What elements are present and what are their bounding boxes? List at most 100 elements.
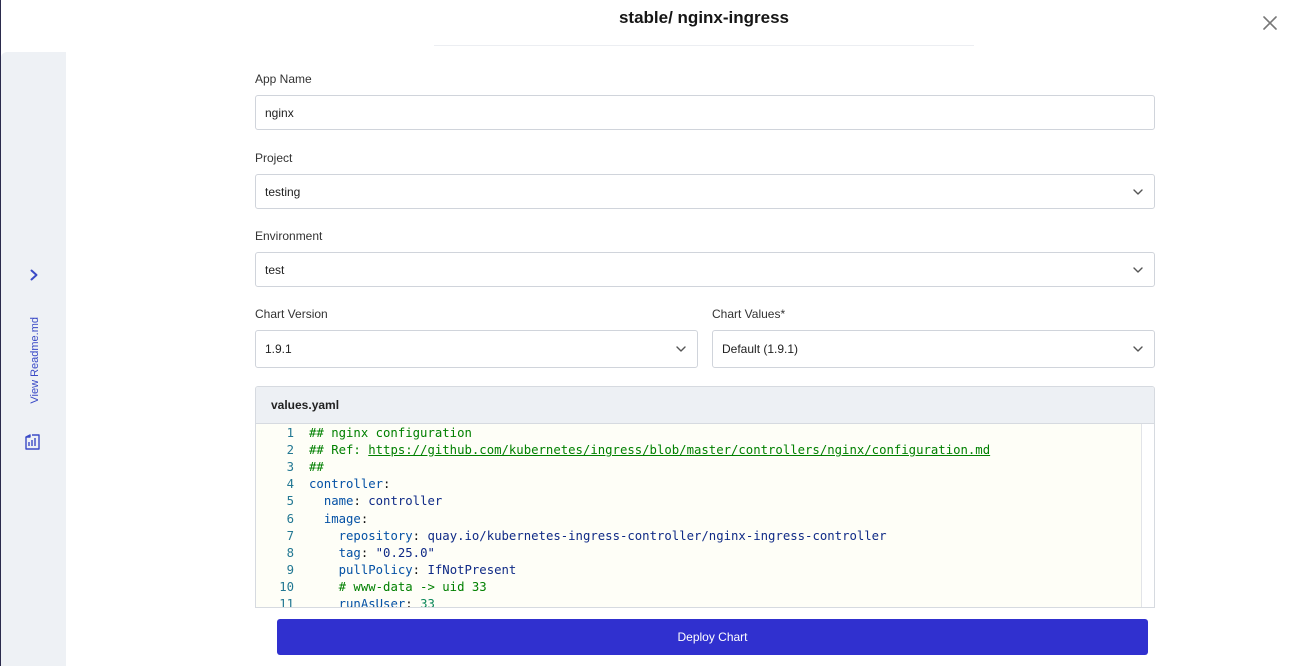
code-line: 3 ## (256, 459, 324, 476)
line-code: image: (309, 511, 368, 528)
deploy-chart-button[interactable]: Deploy Chart (277, 619, 1148, 655)
yaml-value: quay.io/kubernetes-ingress-controller/ng… (427, 528, 887, 543)
close-icon (1263, 16, 1277, 30)
yaml-value: 33 (420, 597, 435, 608)
yaml-separator: : (412, 562, 428, 577)
line-code: name: controller (309, 493, 442, 510)
code-line: 9 pullPolicy: IfNotPresent (256, 562, 517, 579)
yaml-separator: : (360, 545, 376, 560)
view-readme-link[interactable]: View Readme.md (23, 310, 47, 410)
line-code: runAsUser: 33 (309, 596, 435, 608)
yaml-key: repository (338, 528, 413, 543)
yaml-value: IfNotPresent (427, 562, 517, 577)
line-code: pullPolicy: IfNotPresent (309, 562, 517, 579)
line-number: 9 (286, 562, 294, 577)
yaml-key: controller (309, 477, 384, 492)
chart-version-label: Chart Version (255, 307, 328, 321)
code-editor-body[interactable]: 1 ## nginx configuration 2 ## Ref: https://… (256, 424, 1142, 608)
readme-side-panel: View Readme.md (1, 52, 66, 666)
document-icon (25, 434, 40, 450)
code-line: 11 runAsUser: 33 (256, 596, 435, 608)
chart-version-value: 1.9.1 (265, 342, 292, 356)
yaml-separator: : (412, 528, 428, 543)
expand-readme-button[interactable] (25, 266, 43, 284)
line-code: controller: (309, 476, 390, 493)
yaml-separator: : (353, 494, 369, 509)
code-line: 7 repository: quay.io/kubernetes-ingress… (256, 528, 887, 545)
yaml-key: runAsUser (338, 597, 406, 608)
chevron-right-icon (30, 269, 38, 281)
yaml-separator: : (360, 511, 369, 526)
values-yaml-editor: values.yaml 1 ## nginx configuration 2 ## R… (255, 386, 1155, 608)
line-number: 1 (286, 426, 294, 440)
code-line: 1 ## nginx configuration (256, 425, 472, 442)
chevron-down-icon (676, 346, 686, 352)
chevron-down-icon (1133, 266, 1143, 273)
line-code: ## nginx configuration (309, 425, 472, 442)
line-code: tag: "0.25.0" (309, 545, 435, 562)
code-comment: ## (309, 460, 324, 475)
readme-document-button[interactable] (23, 432, 43, 452)
code-line: 5 name: controller (256, 493, 443, 510)
project-label: Project (255, 151, 293, 165)
chart-values-select[interactable]: Default (1.9.1) (712, 330, 1155, 368)
line-code: ## Ref: https://github.com/kubernetes/in… (309, 442, 990, 459)
code-line: 10 # www-data -> uid 33 (256, 579, 487, 596)
app-name-label: App Name (255, 72, 312, 86)
editor-header: values.yaml (256, 387, 1154, 424)
line-number: 3 (286, 460, 294, 475)
app-name-input[interactable]: nginx (255, 95, 1155, 130)
code-link: https://github.com/kubernetes/ingress/bl… (368, 443, 991, 458)
project-select[interactable]: testing (255, 174, 1155, 209)
line-number: 4 (286, 477, 294, 492)
editor-scrollbar[interactable] (1141, 424, 1154, 607)
project-value: testing (265, 184, 301, 199)
line-number: 6 (286, 511, 294, 526)
modal-title: stable/ nginx-ingress (618, 8, 790, 27)
yaml-separator: : (383, 477, 391, 492)
yaml-key: name (323, 494, 354, 509)
chart-values-label: Chart Values* (712, 307, 786, 321)
line-number: 7 (286, 528, 294, 543)
environment-value: test (265, 262, 285, 277)
code-line: 4 controller: (256, 476, 391, 493)
yaml-key: image (323, 511, 361, 526)
line-code: ## (309, 459, 324, 476)
title-divider (434, 45, 974, 46)
editor-filename: values.yaml (271, 398, 340, 412)
code-line: 2 ## Ref: https://github.com/kubernetes/i… (256, 442, 991, 459)
chevron-down-icon (1133, 346, 1143, 352)
line-code: repository: quay.io/kubernetes-ingress-c… (309, 528, 887, 545)
code-comment: ## Ref: (309, 443, 369, 458)
view-readme-label: View Readme.md (29, 316, 41, 404)
yaml-separator: : (405, 597, 421, 608)
yaml-value: "0.25.0" (375, 545, 435, 560)
code-line: 6 image: (256, 511, 369, 528)
line-number: 10 (279, 579, 294, 594)
close-button[interactable] (1260, 13, 1280, 33)
line-number: 8 (286, 545, 294, 560)
line-number: 2 (286, 443, 294, 458)
chart-values-value: Default (1.9.1) (722, 342, 799, 356)
code-line: 8 tag: "0.25.0" (256, 545, 435, 562)
environment-select[interactable]: test (255, 252, 1155, 287)
deploy-chart-modal: View Readme.md stable/ nginx-ingress App… (0, 0, 1295, 666)
code-comment: ## nginx configuration (309, 426, 472, 440)
chart-version-select[interactable]: 1.9.1 (255, 330, 698, 368)
chevron-down-icon (1133, 188, 1143, 195)
yaml-value: controller (368, 494, 443, 509)
line-code: # www-data -> uid 33 (309, 579, 487, 596)
app-name-value: nginx (265, 105, 294, 120)
code-comment: # www-data -> uid 33 (338, 579, 487, 594)
yaml-key: pullPolicy (338, 562, 413, 577)
environment-label: Environment (255, 229, 323, 243)
line-number: 11 (279, 597, 294, 608)
yaml-key: tag (338, 545, 361, 560)
